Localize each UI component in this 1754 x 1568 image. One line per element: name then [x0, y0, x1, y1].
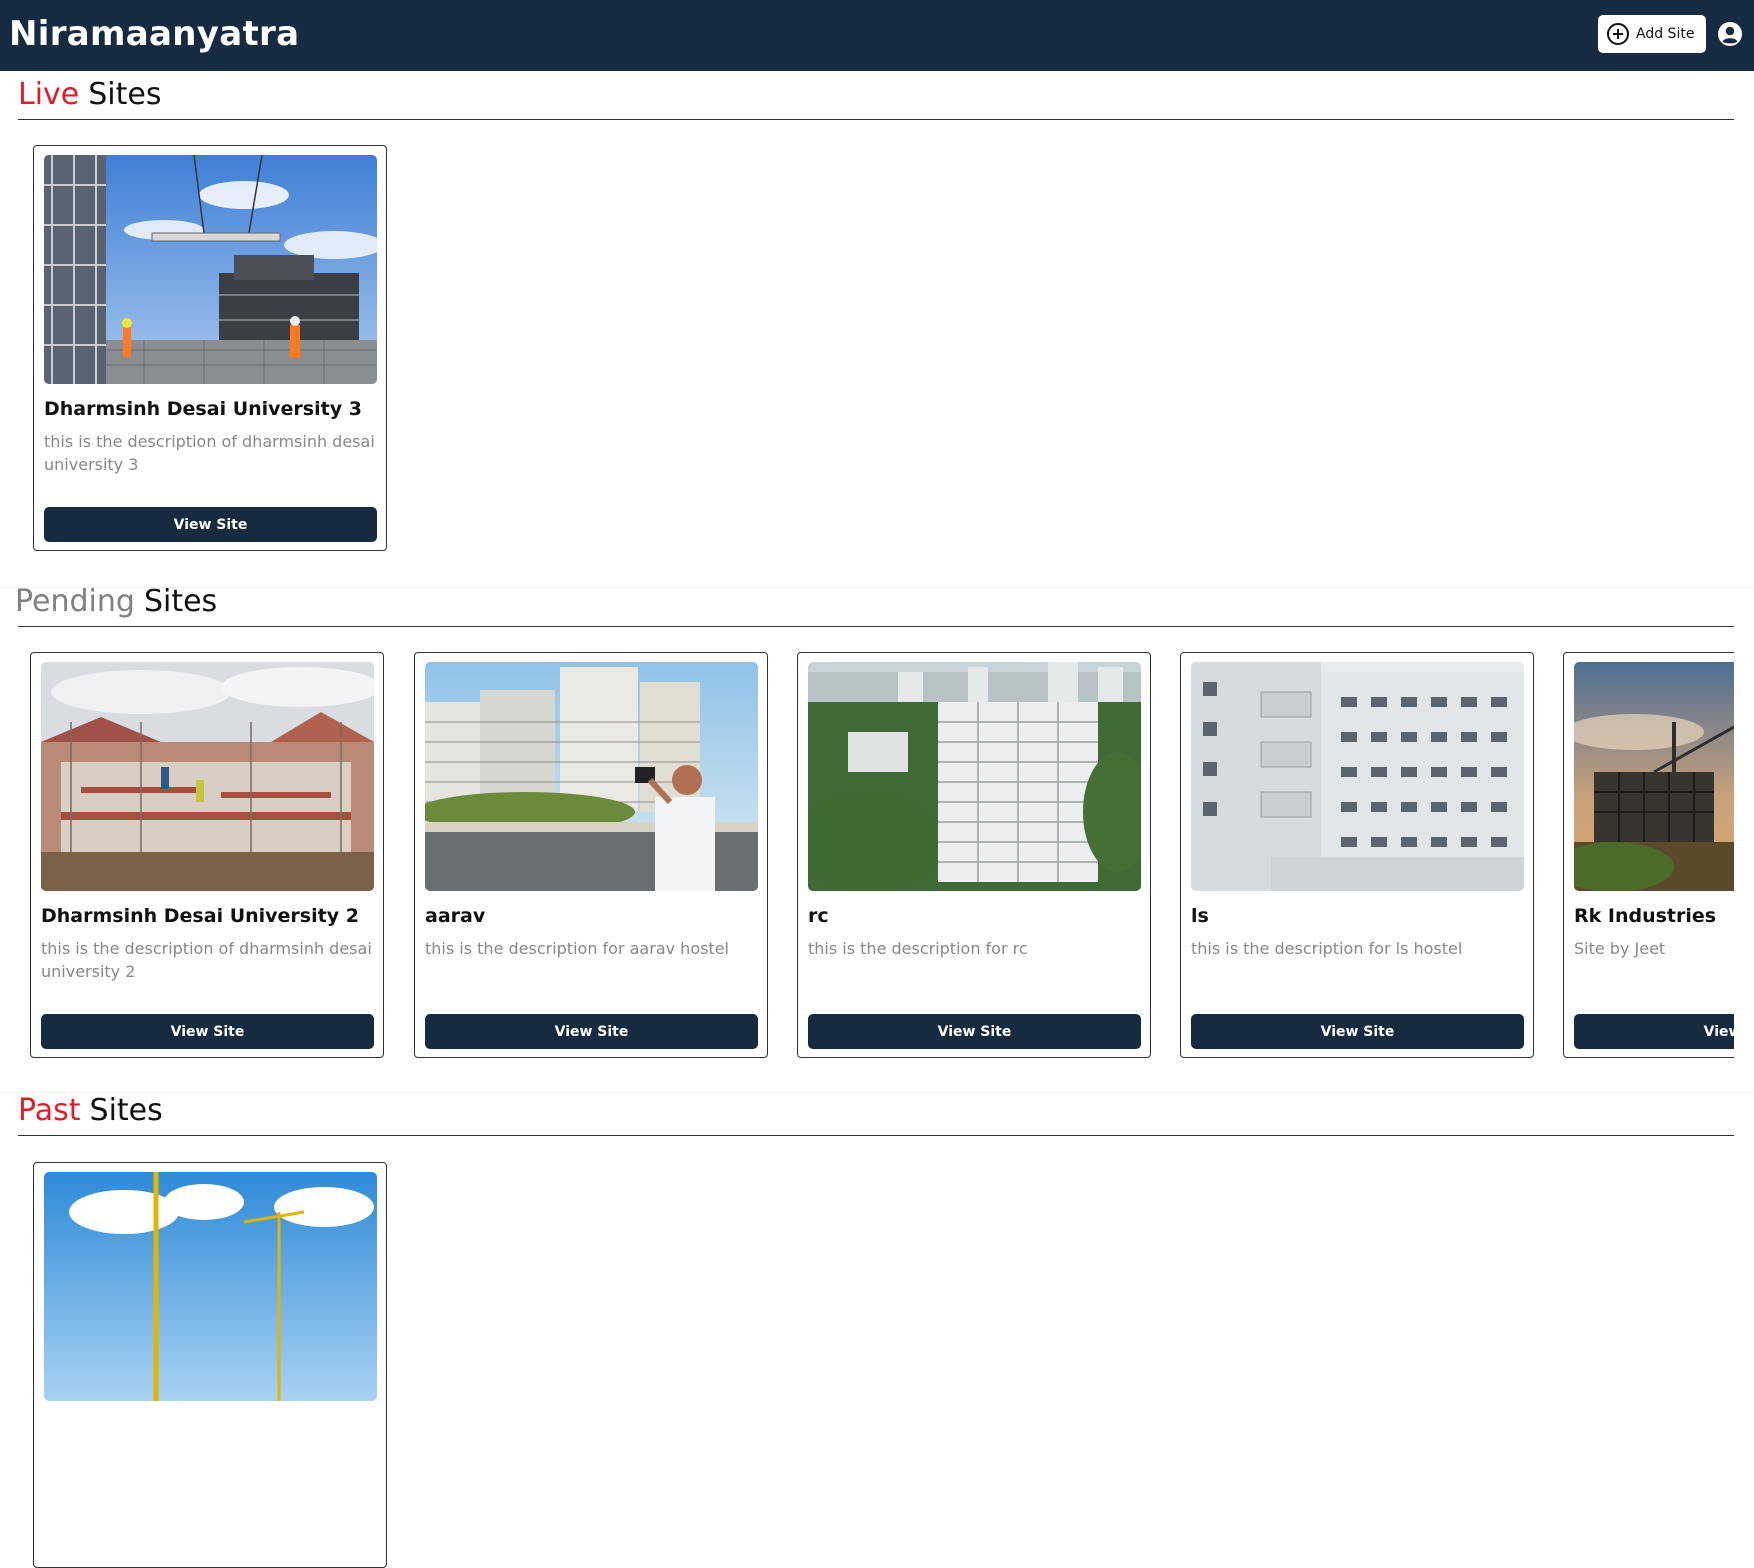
section-separator: [0, 587, 1754, 588]
site-description: this is the description for rc: [808, 939, 1028, 958]
site-image: [425, 662, 758, 891]
pending-sites-row[interactable]: Dharmsinh Desai University 2 this is the…: [0, 640, 1734, 1080]
pending-heading-rest: Sites: [143, 584, 218, 619]
pending-sites-heading: Pending Sites: [15, 584, 217, 619]
site-image: [1574, 662, 1734, 891]
plus-circle-icon: [1607, 23, 1629, 45]
past-heading-accent: Past: [18, 1093, 81, 1128]
site-image: [808, 662, 1141, 891]
site-card: Rk Industries Site by Jeet View Site: [1563, 652, 1734, 1058]
site-description: this is the description of dharmsinh des…: [44, 432, 375, 474]
site-card: ls this is the description for ls hostel…: [1180, 652, 1534, 1058]
site-card: Dharmsinh Desai University 3 this is the…: [33, 145, 387, 551]
brand-logo[interactable]: Niramaanyatra: [9, 14, 299, 54]
site-description: this is the description for ls hostel: [1191, 939, 1463, 958]
site-title: Dharmsinh Desai University 3: [44, 398, 362, 420]
section-separator: [0, 1092, 1754, 1093]
site-card: rc this is the description for rc View S…: [797, 652, 1151, 1058]
pending-heading-accent: Pending: [15, 584, 135, 619]
view-site-button[interactable]: View Site: [425, 1014, 758, 1049]
view-site-button[interactable]: View Site: [808, 1014, 1141, 1049]
past-sites-heading: Past Sites: [18, 1093, 163, 1128]
site-title: Dharmsinh Desai University 2: [41, 905, 359, 927]
site-image: [44, 155, 377, 384]
past-divider: [18, 1135, 1734, 1136]
user-account-icon[interactable]: [1717, 21, 1743, 47]
add-site-button[interactable]: Add Site: [1598, 15, 1706, 53]
pending-divider: [18, 626, 1734, 627]
site-title: rc: [808, 905, 829, 927]
site-image: [41, 662, 374, 891]
live-heading-accent: Live: [18, 77, 80, 112]
live-divider: [18, 119, 1734, 120]
site-card: [33, 1162, 387, 1568]
view-site-button[interactable]: View Site: [1191, 1014, 1524, 1049]
live-sites-heading: Live Sites: [18, 77, 162, 112]
site-description: Site by Jeet: [1574, 939, 1666, 958]
site-title: ls: [1191, 905, 1209, 927]
site-description: this is the description for aarav hostel: [425, 939, 729, 958]
site-card: aarav this is the description for aarav …: [414, 652, 768, 1058]
view-site-button[interactable]: View Site: [41, 1014, 374, 1049]
site-card: Dharmsinh Desai University 2 this is the…: [30, 652, 384, 1058]
live-heading-rest: Sites: [88, 77, 162, 112]
site-image: [1191, 662, 1524, 891]
top-navbar: Niramaanyatra Add Site: [0, 0, 1754, 71]
past-heading-rest: Sites: [89, 1093, 163, 1128]
add-site-label: Add Site: [1636, 26, 1695, 42]
site-image: [44, 1172, 377, 1401]
view-site-button[interactable]: View Site: [44, 507, 377, 542]
site-title: aarav: [425, 905, 486, 927]
site-description: this is the description of dharmsinh des…: [41, 939, 372, 981]
site-title: Rk Industries: [1574, 905, 1717, 927]
view-site-button[interactable]: View Site: [1574, 1014, 1734, 1049]
